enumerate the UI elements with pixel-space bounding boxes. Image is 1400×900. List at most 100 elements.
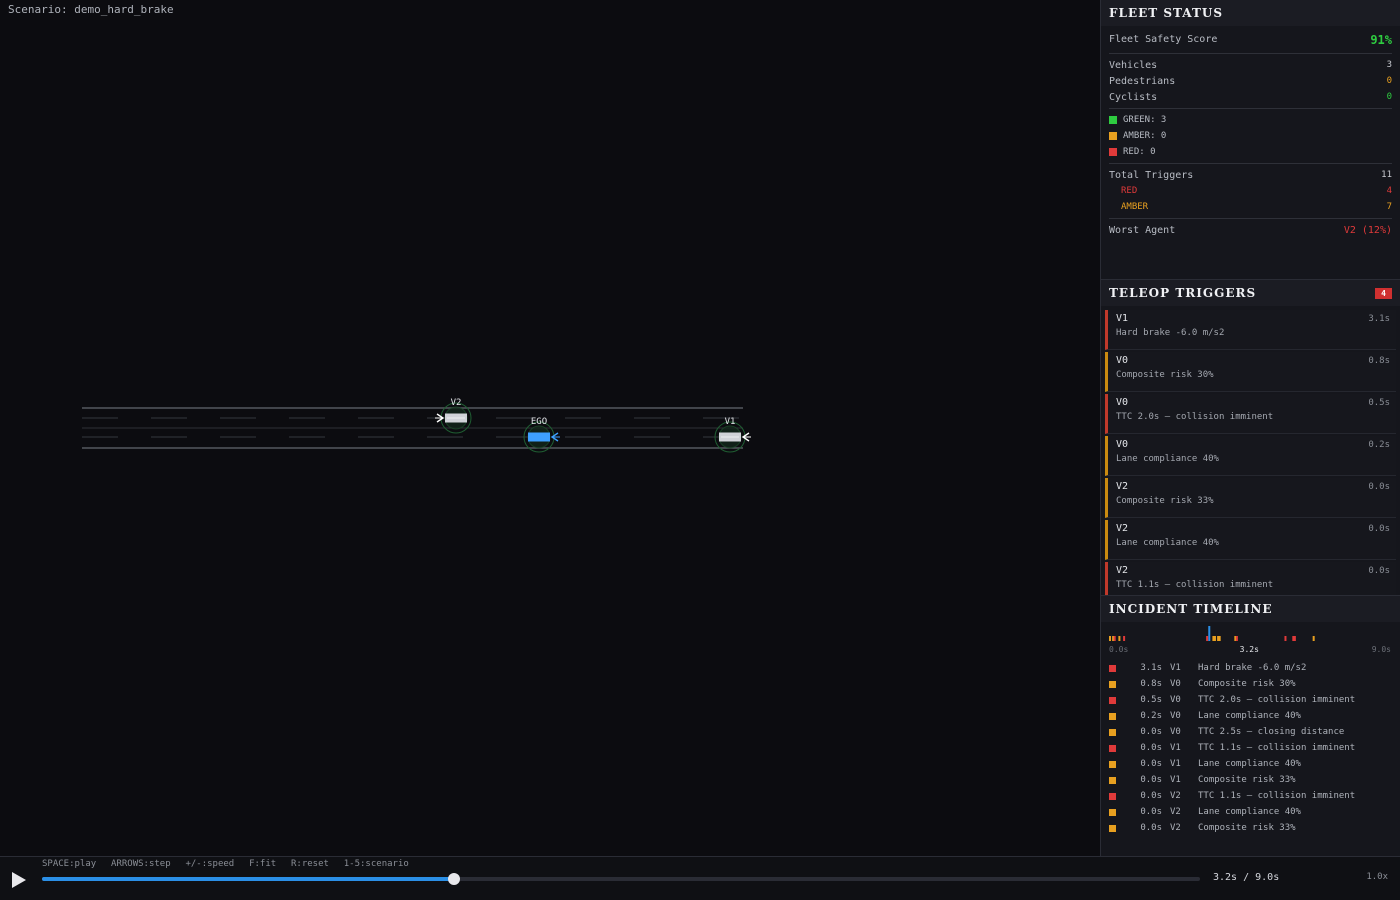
incident-message: TTC 1.1s — collision imminent bbox=[1198, 791, 1356, 801]
trigger-time: 0.0s bbox=[1368, 482, 1390, 492]
incident-agent: V0 bbox=[1170, 695, 1181, 705]
timeline-tick bbox=[1293, 636, 1296, 641]
trigger-item[interactable]: V1 3.1s Hard brake -6.0 m/s2 bbox=[1105, 310, 1396, 350]
incident-row[interactable]: 0.8s V0 Composite risk 30% bbox=[1109, 676, 1392, 692]
trigger-item[interactable]: V2 0.0s TTC 1.1s — collision imminent bbox=[1105, 562, 1396, 595]
incident-row[interactable]: 0.0s V1 Lane compliance 40% bbox=[1109, 756, 1392, 772]
play-icon[interactable] bbox=[8, 870, 28, 890]
fleet-status-title: FLEET STATUS bbox=[1101, 0, 1400, 26]
fleet-score-value: 91% bbox=[1370, 32, 1392, 47]
trigger-time: 0.2s bbox=[1368, 440, 1390, 450]
incident-time: 3.1s bbox=[1140, 663, 1162, 673]
incident-severity-icon bbox=[1109, 664, 1116, 672]
timeline-tick bbox=[1213, 636, 1216, 641]
incident-row[interactable]: 0.0s V2 Composite risk 33% bbox=[1109, 820, 1392, 836]
incident-severity-icon bbox=[1109, 680, 1116, 688]
incident-message: Composite risk 30% bbox=[1198, 679, 1296, 689]
incident-time: 0.0s bbox=[1140, 775, 1162, 785]
timeline-tick bbox=[1113, 636, 1116, 641]
trigger-message: Composite risk 30% bbox=[1116, 370, 1214, 380]
vehicles-label: Vehicles bbox=[1109, 59, 1158, 71]
incident-time: 0.5s bbox=[1140, 695, 1162, 705]
incident-agent: V1 bbox=[1170, 759, 1181, 769]
trigger-list[interactable]: V1 3.1s Hard brake -6.0 m/s2 V0 0.8s Composit… bbox=[1101, 306, 1400, 595]
incident-agent: V2 bbox=[1170, 807, 1181, 817]
amber-count-label: AMBER: 0 bbox=[1123, 131, 1167, 141]
pedestrians-count: 0 bbox=[1386, 76, 1392, 86]
cyclists-label: Cyclists bbox=[1109, 91, 1158, 103]
timeline-tick bbox=[1118, 636, 1121, 641]
timeline-tick bbox=[1206, 636, 1209, 641]
red-swatch-icon bbox=[1109, 147, 1117, 156]
incident-row[interactable]: 0.0s V1 Composite risk 33% bbox=[1109, 772, 1392, 788]
trigger-agent: V2 bbox=[1116, 523, 1129, 534]
worst-agent-label: Worst Agent bbox=[1109, 224, 1176, 236]
timeline-strip[interactable]: 0.0s 9.0s 3.2s bbox=[1101, 626, 1399, 658]
incident-row[interactable]: 0.0s V2 TTC 1.1s — collision imminent bbox=[1109, 788, 1392, 804]
incident-message: Hard brake -6.0 m/s2 bbox=[1198, 663, 1307, 673]
worst-agent-value[interactable]: V2 (12%) bbox=[1344, 225, 1392, 236]
amber-triggers-value: 7 bbox=[1386, 202, 1392, 212]
amber-triggers-label: AMBER bbox=[1121, 202, 1149, 212]
incident-severity-icon bbox=[1109, 824, 1116, 832]
timeline-tick bbox=[1312, 636, 1315, 641]
incident-severity-icon bbox=[1109, 744, 1116, 752]
incident-list[interactable]: 3.1s V1 Hard brake -6.0 m/s2 0.8s V0 Composit… bbox=[1101, 658, 1400, 836]
red-triggers-value: 4 bbox=[1386, 186, 1392, 196]
agent-label: EGO bbox=[531, 417, 547, 427]
incident-severity-icon bbox=[1109, 776, 1116, 784]
speed-readout[interactable]: 1.0x bbox=[1366, 872, 1388, 882]
playback-bar: SPACE:play ARROWS:step +/-:speed F:fit R… bbox=[0, 856, 1400, 900]
scene-viewport[interactable]: Scenario: demo_hard_brake V2 EGO V1 bbox=[0, 0, 1100, 856]
incident-time: 0.8s bbox=[1140, 679, 1162, 689]
incident-time: 0.0s bbox=[1140, 759, 1162, 769]
timeline-tick bbox=[1123, 636, 1126, 641]
incident-agent: V0 bbox=[1170, 711, 1181, 721]
incident-agent: V0 bbox=[1170, 727, 1181, 737]
incident-message: TTC 2.0s — collision imminent bbox=[1198, 695, 1356, 705]
vehicles-count: 3 bbox=[1386, 60, 1392, 70]
progress-handle[interactable] bbox=[448, 873, 461, 885]
incident-agent: V2 bbox=[1170, 791, 1181, 801]
timeline-current-label: 3.2s bbox=[1240, 645, 1259, 654]
incident-row[interactable]: 0.2s V0 Lane compliance 40% bbox=[1109, 708, 1392, 724]
trigger-time: 0.0s bbox=[1368, 566, 1390, 576]
incident-message: Lane compliance 40% bbox=[1198, 807, 1301, 817]
agent-body bbox=[528, 432, 550, 442]
agent-ego[interactable]: EGO bbox=[523, 417, 560, 453]
trigger-time: 0.0s bbox=[1368, 524, 1390, 534]
trigger-agent: V0 bbox=[1116, 355, 1129, 366]
road-scene[interactable]: V2 EGO V1 bbox=[0, 0, 1100, 856]
amber-swatch-icon bbox=[1109, 131, 1117, 140]
keyboard-hints: SPACE:play ARROWS:step +/-:speed F:fit R… bbox=[42, 859, 409, 869]
fleet-score-row: Fleet Safety Score 91% bbox=[1109, 26, 1392, 54]
incident-message: Lane compliance 40% bbox=[1198, 711, 1301, 721]
trigger-message: TTC 2.0s — collision imminent bbox=[1116, 412, 1274, 422]
incident-severity-icon bbox=[1109, 712, 1116, 720]
incident-message: TTC 1.1s — collision imminent bbox=[1198, 743, 1356, 753]
incident-row[interactable]: 0.0s V2 Lane compliance 40% bbox=[1109, 804, 1392, 820]
incident-row[interactable]: 0.0s V1 TTC 1.1s — collision imminent bbox=[1109, 740, 1392, 756]
side-panel: FLEET STATUS Fleet Safety Score 91% Vehi… bbox=[1100, 0, 1400, 856]
trigger-item[interactable]: V2 0.0s Composite risk 33% bbox=[1105, 478, 1396, 518]
timeline-start-label: 0.0s bbox=[1109, 645, 1128, 654]
incident-row[interactable]: 0.5s V0 TTC 2.0s — collision imminent bbox=[1109, 692, 1392, 708]
incident-row[interactable]: 3.1s V1 Hard brake -6.0 m/s2 bbox=[1109, 660, 1392, 676]
progress-track[interactable] bbox=[42, 873, 1200, 885]
green-swatch-icon bbox=[1109, 115, 1117, 124]
trigger-item[interactable]: V0 0.8s Composite risk 30% bbox=[1105, 352, 1396, 392]
incident-agent: V1 bbox=[1170, 663, 1181, 673]
incident-time: 0.0s bbox=[1140, 823, 1162, 833]
trigger-item[interactable]: V2 0.0s Lane compliance 40% bbox=[1105, 520, 1396, 560]
agent-v1[interactable]: V1 bbox=[714, 417, 751, 453]
trigger-item[interactable]: V0 0.5s TTC 2.0s — collision imminent bbox=[1105, 394, 1396, 434]
incident-message: TTC 2.5s — closing distance bbox=[1198, 727, 1345, 737]
incident-row[interactable]: 0.0s V0 TTC 2.5s — closing distance bbox=[1109, 724, 1392, 740]
agent-label: V1 bbox=[725, 417, 736, 427]
incident-severity-icon bbox=[1109, 792, 1116, 800]
trigger-item[interactable]: V0 0.2s Lane compliance 40% bbox=[1105, 436, 1396, 476]
incident-time: 0.0s bbox=[1140, 743, 1162, 753]
incident-timeline-section: INCIDENT TIMELINE 0.0s 9.0s 3.2s 3.1s V1 Har… bbox=[1101, 596, 1400, 856]
incident-time: 0.0s bbox=[1140, 791, 1162, 801]
trigger-time: 0.5s bbox=[1368, 398, 1390, 408]
